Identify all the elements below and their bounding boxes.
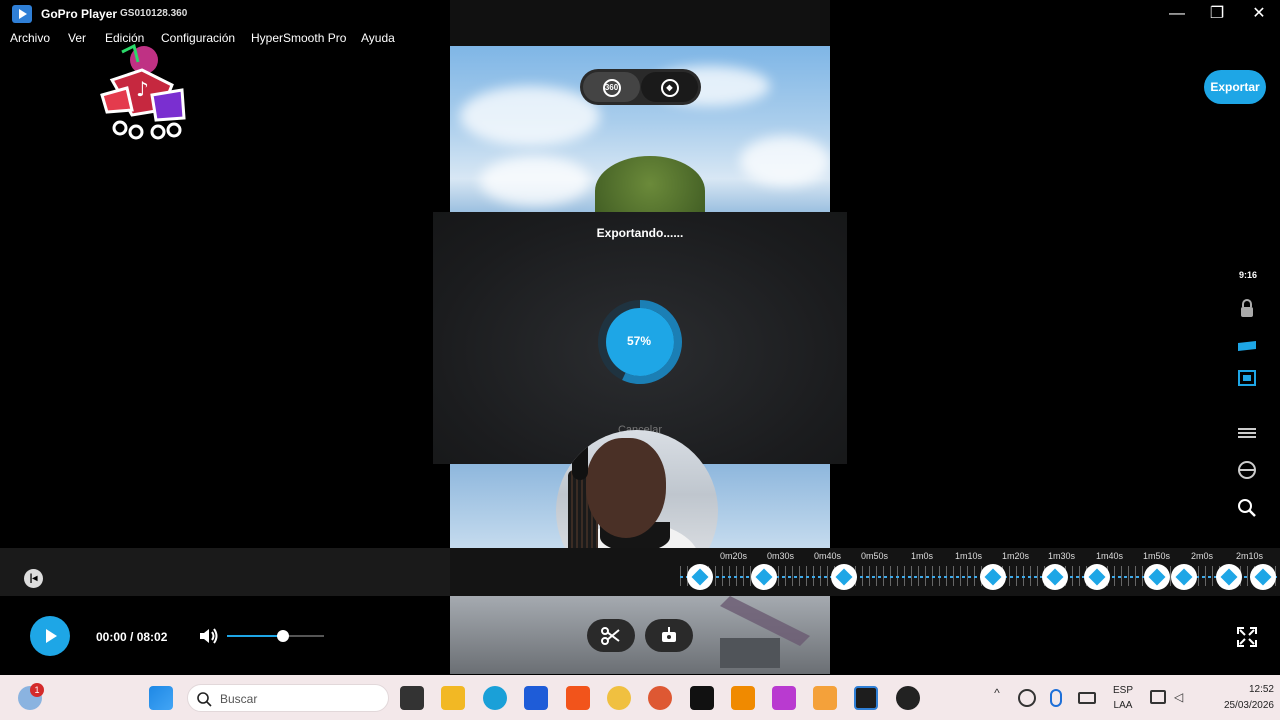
- app-title: GoPro Player: [41, 7, 118, 21]
- search-icon: [197, 692, 212, 707]
- onedrive-icon[interactable]: [1018, 689, 1036, 707]
- timeline-tick: 2m10s: [1236, 551, 1264, 561]
- tiktok-sticker-image: ♪: [100, 43, 186, 140]
- timeline-tick: 0m30s: [767, 551, 795, 561]
- volume-knob[interactable]: [277, 630, 290, 642]
- gopro-player-taskbar-icon[interactable]: [854, 686, 878, 710]
- keyframe-marker[interactable]: [831, 564, 857, 590]
- zoom-icon[interactable]: [1234, 496, 1260, 518]
- volume-fill: [227, 635, 284, 637]
- play-button[interactable]: [30, 616, 70, 656]
- menu-hypersmooth-pro[interactable]: HyperSmooth Pro: [251, 31, 346, 45]
- video-top-strip: [450, 0, 830, 46]
- keyframe-marker[interactable]: [980, 564, 1006, 590]
- volume-icon[interactable]: [198, 627, 220, 645]
- file-name: GS010128.360: [120, 8, 188, 19]
- keyframe-marker[interactable]: [1250, 564, 1276, 590]
- timeline-header: [0, 548, 450, 596]
- timeline-tick: 1m40s: [1096, 551, 1124, 561]
- timeline-tick: 1m20s: [1002, 551, 1030, 561]
- clock-date[interactable]: 25/03/2026: [1200, 700, 1274, 711]
- microphone-icon[interactable]: [1050, 689, 1062, 707]
- restore-button[interactable]: ❐: [1204, 4, 1230, 24]
- show-hidden-icons-icon[interactable]: ^: [990, 686, 1004, 710]
- menu-ver[interactable]: Ver: [68, 31, 86, 45]
- gopro-player-logo-icon: [12, 5, 32, 23]
- timeline-tick: 0m40s: [814, 551, 842, 561]
- timeline-tick: 1m50s: [1143, 551, 1171, 561]
- scissors-icon: [601, 627, 620, 645]
- chrome-icon[interactable]: [607, 686, 631, 710]
- network-icon[interactable]: [1150, 690, 1166, 704]
- keyboard-icon[interactable]: [1078, 692, 1096, 704]
- headset-icon: [572, 440, 588, 480]
- timeline-tick: 1m30s: [1048, 551, 1076, 561]
- trim-button[interactable]: [587, 619, 635, 652]
- lock-icon[interactable]: [1234, 298, 1260, 320]
- vlc-icon[interactable]: [731, 686, 755, 710]
- export-progress-dialog: Exportando...... 57% Cancelar: [433, 212, 847, 464]
- windows-start-icon[interactable]: [149, 686, 173, 710]
- gopro-quik-icon[interactable]: [896, 686, 920, 710]
- globe-360-icon: 360: [602, 78, 621, 97]
- export-progress-percent: 57%: [626, 334, 652, 348]
- search-placeholder: Buscar: [220, 692, 258, 706]
- speaker-icon[interactable]: ◁: [1174, 690, 1188, 704]
- go-to-start-icon[interactable]: |◂: [24, 569, 43, 588]
- media-player-icon[interactable]: [813, 686, 837, 710]
- menu-archivo[interactable]: Archivo: [10, 31, 50, 45]
- timeline-tick: 1m10s: [955, 551, 983, 561]
- globe-360-button[interactable]: 360: [583, 72, 640, 102]
- timeline-tick: 2m0s: [1191, 551, 1214, 561]
- task-view-icon[interactable]: [400, 686, 424, 710]
- camera-view-icon[interactable]: [1234, 335, 1260, 357]
- horizon-icon[interactable]: [1234, 459, 1260, 481]
- gopro-player-window: GoPro Player GS010128.360 — ❐ ✕ Archivo …: [0, 0, 1280, 720]
- keyboard-layout[interactable]: LAA: [1110, 700, 1136, 711]
- minimize-button[interactable]: —: [1164, 4, 1190, 24]
- timeline-tick: 0m20s: [720, 551, 748, 561]
- edge-icon[interactable]: [483, 686, 507, 710]
- duckduckgo-icon[interactable]: [648, 686, 672, 710]
- notification-badge: 1: [30, 683, 44, 697]
- keyframe-marker[interactable]: [751, 564, 777, 590]
- keyframe-marker[interactable]: [1084, 564, 1110, 590]
- keyframe-marker[interactable]: [687, 564, 713, 590]
- taskbar-search[interactable]: Buscar: [187, 684, 389, 712]
- aspect-ratio-label[interactable]: 9:16: [1236, 270, 1260, 280]
- frame-icon[interactable]: [1234, 367, 1260, 389]
- keyframe-marker[interactable]: [1042, 564, 1068, 590]
- frame-grab-button[interactable]: [645, 619, 693, 652]
- fullscreen-icon[interactable]: [1236, 626, 1258, 648]
- view-mode-toggle: 360 ◆: [580, 69, 701, 105]
- volume-slider[interactable]: [227, 630, 324, 642]
- clock-time[interactable]: 12:52: [1200, 684, 1274, 695]
- snipping-tool-icon[interactable]: [772, 686, 796, 710]
- close-button[interactable]: ✕: [1246, 4, 1272, 24]
- file-explorer-icon[interactable]: [441, 686, 465, 710]
- brave-icon[interactable]: [566, 686, 590, 710]
- playback-time: 00:00 / 08:02: [96, 630, 168, 644]
- capcut-icon[interactable]: [690, 686, 714, 710]
- timeline-tick: 1m0s: [911, 551, 934, 561]
- timeline-tick: 0m50s: [861, 551, 889, 561]
- frame-grab-icon: [662, 627, 676, 642]
- keyframe-marker[interactable]: [1216, 564, 1242, 590]
- lens-view-button[interactable]: ◆: [641, 72, 698, 102]
- tree-image: [595, 156, 705, 212]
- keyframe-marker[interactable]: [1144, 564, 1170, 590]
- menu-ayuda[interactable]: Ayuda: [361, 31, 395, 45]
- video-preview-bottom: [450, 596, 830, 674]
- lens-icon: ◆: [660, 78, 679, 97]
- svg-text:♪: ♪: [136, 77, 149, 101]
- store-icon[interactable]: [524, 686, 548, 710]
- motion-blur-icon[interactable]: [1234, 421, 1260, 443]
- export-button[interactable]: Exportar: [1204, 70, 1266, 104]
- keyframe-marker[interactable]: [1171, 564, 1197, 590]
- language-indicator[interactable]: ESP: [1110, 685, 1136, 696]
- export-dialog-title: Exportando......: [596, 226, 684, 240]
- webcam-person: [586, 438, 666, 538]
